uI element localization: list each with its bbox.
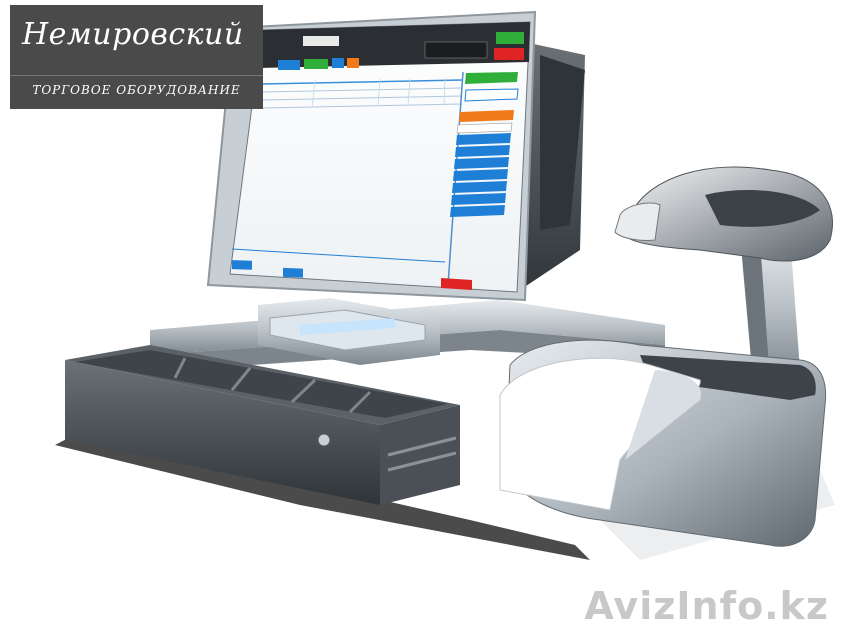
brand-logo-title: Немировский (22, 17, 244, 52)
screen-pay-button[interactable] (441, 278, 472, 290)
screen-side-button[interactable] (452, 181, 507, 193)
brand-logo-divider (10, 75, 263, 76)
screen-tab-button[interactable] (278, 60, 300, 70)
screen-side-button[interactable] (455, 145, 510, 157)
screen-side-button[interactable] (465, 72, 518, 84)
screen-side-button[interactable] (459, 110, 514, 122)
brand-logo-subtitle: ТОРГОВОЕ ОБОРУДОВАНИЕ (32, 83, 241, 97)
screen-side-button[interactable] (456, 122, 513, 134)
site-watermark: AvizInfo.kz (584, 584, 829, 628)
brand-logo: Немировский ТОРГОВОЕ ОБОРУДОВАНИЕ (10, 5, 263, 109)
screen-tab-button[interactable] (304, 59, 328, 69)
screen-tab-button[interactable] (347, 58, 359, 68)
receipt-printer (499, 339, 827, 547)
screen-side-button[interactable] (451, 193, 506, 205)
screen-side-button[interactable] (450, 205, 505, 217)
screen-side-button[interactable] (453, 169, 508, 181)
screen-side-button[interactable] (464, 88, 519, 102)
screen-side-button[interactable] (454, 157, 509, 169)
screen-side-button[interactable] (456, 133, 511, 145)
screen-tab-button[interactable] (332, 58, 344, 68)
